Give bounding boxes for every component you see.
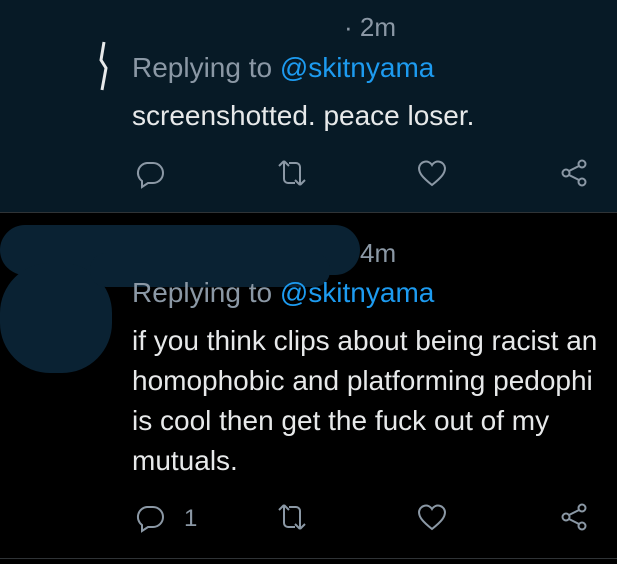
share-button[interactable] [554,497,594,537]
reply-handle-link[interactable]: @skitnyama [280,52,434,83]
tweet-text-line-3: is cool then get the fuck out of my [132,405,550,436]
tweet-text: screenshotted. peace loser. [132,100,475,131]
reply-button[interactable] [130,153,170,193]
retweet-icon [278,160,306,186]
replying-to-label: Replying to [132,52,280,83]
like-button[interactable] [412,153,452,193]
like-button[interactable] [412,497,452,537]
retweet-button[interactable] [272,497,312,537]
like-icon [417,504,447,531]
share-icon [561,503,587,531]
reply-count: 1 [184,505,198,532]
reply-button[interactable] [130,497,170,537]
retweet-button[interactable] [272,153,312,193]
like-icon [417,160,447,187]
tweet-2[interactable]: 4m Replying to @skitnyama if you think c… [0,213,617,559]
replying-to: Replying to @skitnyama [132,277,434,309]
tweet-text-line-1: if you think clips about being racist an [132,325,598,356]
retweet-icon [278,504,306,530]
tweet-text-line-4: mutuals. [132,445,238,476]
reply-handle-link[interactable]: @skitnyama [280,277,434,308]
tweet-1[interactable]: · 2m Replying to @skitnyama screenshotte… [0,0,617,212]
tweet-text-line-2: homophobic and platforming pedophi [132,365,593,396]
timestamp[interactable]: 4m [360,238,396,269]
share-button[interactable] [554,153,594,193]
tweet-divider [0,558,617,559]
replying-to: Replying to @skitnyama [132,52,434,84]
timestamp[interactable]: · 2m [344,12,396,43]
replying-to-label: Replying to [132,277,280,308]
reply-icon [136,162,164,189]
share-icon [561,159,587,187]
reply-icon [136,506,164,533]
avatar[interactable] [98,40,108,92]
